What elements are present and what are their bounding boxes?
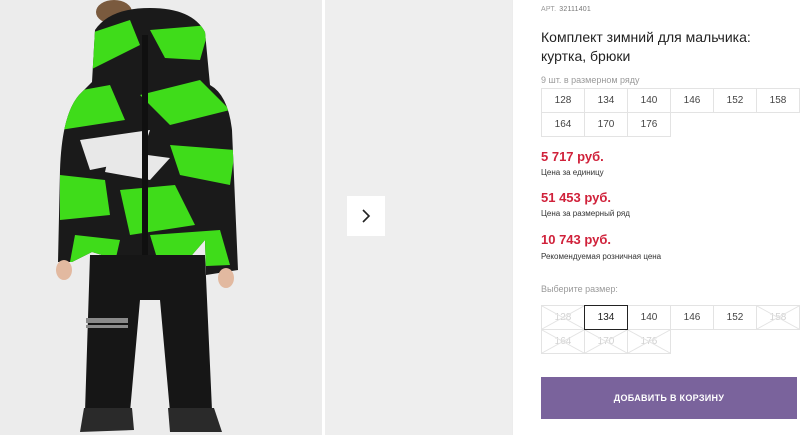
add-to-cart-button[interactable]: ДОБАВИТЬ В КОРЗИНУ: [541, 377, 797, 419]
size-option-label: 134: [597, 312, 615, 323]
unit-price: 5 717 руб.: [541, 149, 604, 164]
retail-price: 10 743 руб.: [541, 232, 612, 247]
boy-in-winter-suit-image: [0, 0, 322, 435]
unit-price-label: Цена за единицу: [541, 168, 604, 177]
size-option-label: 128: [554, 312, 572, 323]
set-size-cell: 158: [756, 88, 800, 113]
size-option-158: 158: [756, 305, 800, 330]
product-photo[interactable]: [0, 0, 322, 435]
article-value: 32111401: [559, 6, 591, 13]
choose-size-label: Выберите размер:: [541, 284, 618, 294]
set-size-cell: 146: [670, 88, 714, 113]
set-size-cell: 128: [541, 88, 585, 113]
chevron-right-icon: [362, 209, 371, 223]
size-option-label: 170: [597, 336, 615, 347]
size-option-label: 152: [726, 312, 744, 323]
article-label: АРТ.: [541, 6, 557, 13]
size-option-134[interactable]: 134: [584, 305, 628, 330]
size-option-152[interactable]: 152: [713, 305, 757, 330]
set-info: 9 шт. в размерном ряду: [541, 75, 640, 85]
retail-price-label: Рекомендуемая розничная цена: [541, 252, 662, 261]
size-option-label: 158: [769, 312, 787, 323]
size-option-label: 164: [554, 336, 572, 347]
size-option-164: 164: [541, 329, 585, 354]
article-number: АРТ. 32111401: [541, 6, 591, 13]
set-size-cell: 164: [541, 112, 585, 137]
set-size-cell: 176: [627, 112, 671, 137]
set-size-cell: 140: [627, 88, 671, 113]
set-price: 51 453 руб.: [541, 190, 612, 205]
size-option-146[interactable]: 146: [670, 305, 714, 330]
size-option-label: 140: [640, 312, 658, 323]
size-option-label: 146: [683, 312, 701, 323]
size-option-label: 176: [640, 336, 658, 347]
size-option-128: 128: [541, 305, 585, 330]
size-selector: 128 134 140 146 152 158 164 170 176: [541, 305, 800, 354]
set-size-cell: 134: [584, 88, 628, 113]
panel-divider: [512, 0, 513, 435]
size-option-170: 170: [584, 329, 628, 354]
set-price-label: Цена за размерный ряд: [541, 209, 630, 218]
set-size-grid: 128 134 140 146 152 158 164 170 176: [541, 88, 800, 137]
size-option-140[interactable]: 140: [627, 305, 671, 330]
set-size-cell: 152: [713, 88, 757, 113]
size-option-176: 176: [627, 329, 671, 354]
product-gallery: [0, 0, 512, 435]
next-photo-button[interactable]: [347, 196, 385, 236]
set-size-cell: 170: [584, 112, 628, 137]
product-title: Комплект зимний для мальчика: куртка, бр…: [541, 29, 751, 64]
